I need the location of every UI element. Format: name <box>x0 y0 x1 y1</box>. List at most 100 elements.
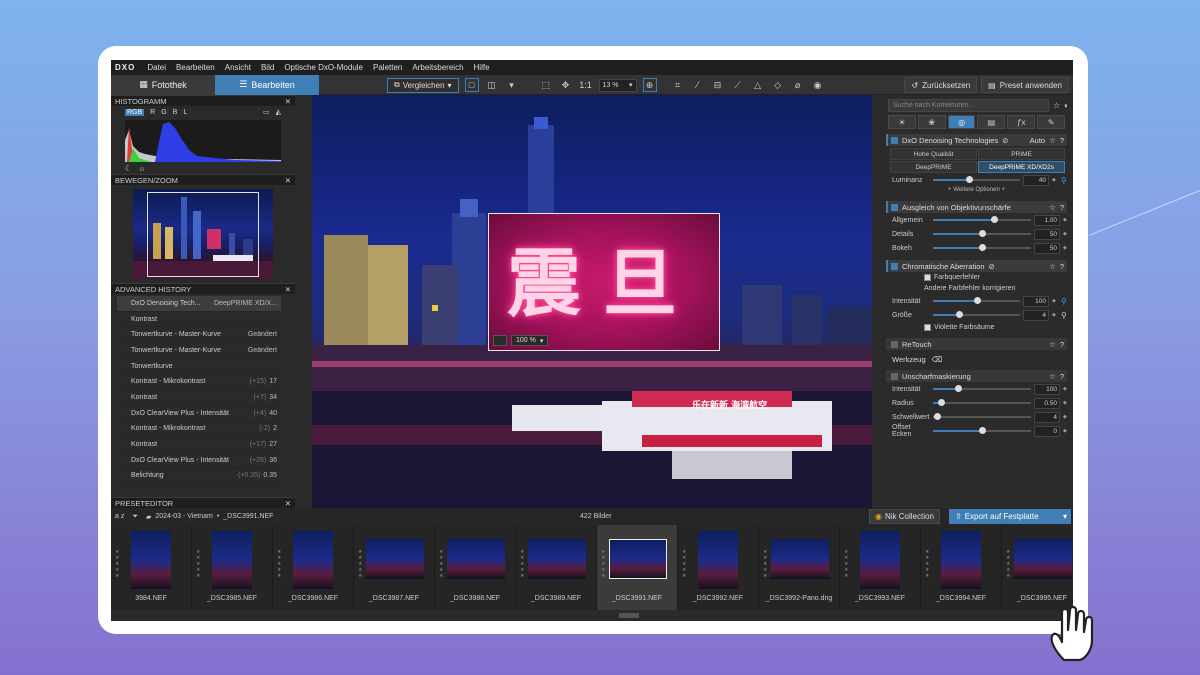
star-icon[interactable]: ☆ <box>1049 340 1056 349</box>
eraser-icon[interactable]: ⌫ <box>932 355 943 364</box>
denoise-hq-option[interactable]: Hohe Qualität <box>890 148 977 160</box>
star-icon[interactable]: ☆ <box>1053 101 1060 110</box>
slider-track[interactable] <box>933 413 1031 420</box>
image-viewer[interactable]: 乐在新新 海湾航空 震旦 100 % ▾ <box>312 95 872 508</box>
history-row[interactable]: Kontrast - Mikrokontrast (-2) 2 <box>117 422 281 438</box>
tab-bearbeiten[interactable]: ☰ Bearbeiten <box>215 74 319 95</box>
channel-l[interactable]: L <box>183 109 187 116</box>
history-row[interactable]: Tonwertkurve - Master-Kurve Geändert <box>117 343 281 359</box>
rating-stars[interactable]: ★ ★ ★ ★ ★ <box>763 549 769 579</box>
unsharp-header[interactable]: Unscharfmaskierung ☆ ? <box>886 370 1067 382</box>
history-row[interactable]: Tonwertkurve - Master-Kurve Geändert <box>117 327 281 344</box>
slider-knob[interactable] <box>956 311 964 318</box>
slider-value[interactable]: 100 <box>1034 383 1060 395</box>
menu-datei[interactable]: Datei <box>147 63 166 72</box>
denoise-deepprime-xd-option[interactable]: DeepPRIME XD/XD2s <box>978 161 1065 173</box>
loupe-icon[interactable] <box>493 335 507 346</box>
chromatic-header[interactable]: Chromatische Aberration ⊘ ☆ ? <box>886 260 1067 272</box>
star-icon[interactable]: ☆ <box>1049 262 1056 271</box>
denoise-prime-option[interactable]: PRIME <box>978 148 1065 160</box>
local-adjust-icon[interactable]: △ <box>751 78 765 92</box>
split-view-icon[interactable]: ◫ <box>485 78 499 92</box>
horizon-icon[interactable]: ⊟ <box>711 78 725 92</box>
slider-value[interactable]: 4 <box>1034 411 1060 423</box>
slider-knob[interactable] <box>933 413 941 420</box>
stepper-icon[interactable]: ◆ <box>1052 298 1058 304</box>
history-row[interactable]: Kontrast - Mikrokontrast (+15) 17 <box>117 374 281 391</box>
slider-value[interactable]: 0.50 <box>1034 397 1060 409</box>
rating-stars[interactable]: ★ ★ ★ ★ ★ <box>196 549 202 579</box>
luminance-slider[interactable] <box>933 176 1020 183</box>
nik-collection-button[interactable]: ◉ Nik Collection <box>869 509 940 524</box>
filmstrip-thumbnail[interactable]: ★ ★ ★ ★ ★ _DSC3992-Pano.dng <box>759 525 840 610</box>
luminance-value[interactable]: 40 <box>1023 174 1049 186</box>
rating-stars[interactable]: ★ ★ ★ ★ ★ <box>520 549 526 579</box>
rating-stars[interactable]: ★ ★ ★ ★ ★ <box>601 549 607 579</box>
slider-value[interactable]: 4 <box>1023 309 1049 321</box>
loupe-magnifier[interactable]: 震旦 100 % ▾ <box>488 213 720 351</box>
monitor-icon[interactable]: ▭ <box>263 108 270 116</box>
filmstrip-thumbnail[interactable]: ★ ★ ★ ★ ★ _DSC3994.NEF <box>921 525 1002 610</box>
retouch-checkbox[interactable] <box>891 340 898 348</box>
slider-value[interactable]: 1.00 <box>1034 214 1060 226</box>
help-icon[interactable]: ? <box>1060 262 1064 271</box>
filmstrip-thumbnail[interactable]: ★ ★ ★ ★ ★ _DSC3992.NEF <box>678 525 759 610</box>
detail-tab-icon[interactable]: ◎ <box>947 115 976 129</box>
violet-fringe-checkbox[interactable] <box>924 324 931 331</box>
slider-track[interactable] <box>933 427 1031 434</box>
menu-paletten[interactable]: Paletten <box>373 63 402 72</box>
apply-preset-button[interactable]: ▤ Preset anwenden <box>981 77 1069 93</box>
filmstrip-thumbnail[interactable]: ★ ★ ★ ★ ★ _DSC3985.NEF <box>192 525 273 610</box>
chromatic-checkbox[interactable] <box>891 262 898 270</box>
denoise-deepprime-option[interactable]: DeepPRIME <box>890 161 977 173</box>
menu-optische-module[interactable]: Optische DxO-Module <box>284 63 363 72</box>
compare-button[interactable]: ⧉ Vergleichen ▾ <box>387 77 459 93</box>
sun-icon[interactable]: ☼ <box>138 164 145 173</box>
view-menu-chevron-icon[interactable]: ▾ <box>505 78 519 92</box>
rating-stars[interactable]: ★ ★ ★ ★ ★ <box>925 549 931 579</box>
slider-track[interactable] <box>933 244 1031 251</box>
stepper-icon[interactable]: ◆ <box>1063 428 1069 434</box>
slider-track[interactable] <box>933 311 1020 318</box>
help-icon[interactable]: ? <box>1060 136 1064 145</box>
channel-rgb[interactable]: RGB <box>125 108 145 116</box>
slider-track[interactable] <box>933 297 1020 304</box>
help-icon[interactable]: ? <box>1060 203 1064 212</box>
search-corrections-input[interactable]: Suche nach Korrekturen... <box>888 98 1049 112</box>
stepper-icon[interactable]: ◆ <box>1052 177 1058 183</box>
light-tab-icon[interactable]: ☀ <box>888 115 916 129</box>
slider-track[interactable] <box>933 230 1031 237</box>
zoom-in-icon[interactable]: ⊕ <box>642 78 657 92</box>
clipping-icon[interactable]: ◭ <box>276 108 281 116</box>
color-tab-icon[interactable]: ❀ <box>917 115 946 129</box>
stepper-icon[interactable]: ◆ <box>1063 231 1069 237</box>
local-tab-icon[interactable]: ✎ <box>1037 115 1065 129</box>
filmstrip-scrollbar[interactable] <box>111 610 1073 621</box>
reset-button[interactable]: ↺ Zurücksetzen <box>904 77 978 93</box>
lens-softness-header[interactable]: Ausgleich von Objektivunschärfe ☆ ? <box>886 201 1067 213</box>
slider-track[interactable] <box>933 385 1031 392</box>
help-icon[interactable]: ? <box>1060 340 1064 349</box>
history-row[interactable]: Kontrast (+7) 34 <box>117 390 281 406</box>
slider-value[interactable]: 100 <box>1023 295 1049 307</box>
history-row[interactable]: DxO ClearView Plus - Intensität (+4) 40 <box>117 406 281 422</box>
filmstrip-thumbnail[interactable]: ★ ★ ★ ★ ★ 3984.NEF <box>111 525 192 610</box>
history-row[interactable]: DxO Denoising Tech... DeepPRIME XD/X... <box>117 296 281 312</box>
help-icon[interactable]: ? <box>1060 372 1064 381</box>
farbquerfehler-checkbox[interactable] <box>924 274 931 281</box>
move-icon[interactable]: ✥ <box>559 78 573 92</box>
filmstrip-thumbnail[interactable]: ★ ★ ★ ★ ★ _DSC3991.NEF <box>597 525 678 610</box>
toggle-icon[interactable]: ◐ <box>1064 101 1069 110</box>
rating-stars[interactable]: ★ ★ ★ ★ ★ <box>358 549 364 579</box>
redeye-icon[interactable]: ⌀ <box>791 78 805 92</box>
filmstrip-thumbnail[interactable]: ★ ★ ★ ★ ★ _DSC3987.NEF <box>354 525 435 610</box>
perspective-icon[interactable]: ⟋ <box>731 78 745 92</box>
chevron-down-icon[interactable]: ▾ <box>1063 512 1067 521</box>
fit-screen-icon[interactable]: ⬚ <box>539 78 553 92</box>
history-row[interactable]: DxO ClearView Plus - Intensität (+26) 36 <box>117 453 281 469</box>
stepper-icon[interactable]: ◆ <box>1063 217 1069 223</box>
filmstrip-thumbnail[interactable]: ★ ★ ★ ★ ★ _DSC3989.NEF <box>516 525 597 610</box>
retouch-header[interactable]: ReTouch ☆ ? <box>886 338 1067 350</box>
scroll-thumb[interactable] <box>619 613 639 618</box>
close-icon[interactable]: ✕ <box>285 176 291 185</box>
